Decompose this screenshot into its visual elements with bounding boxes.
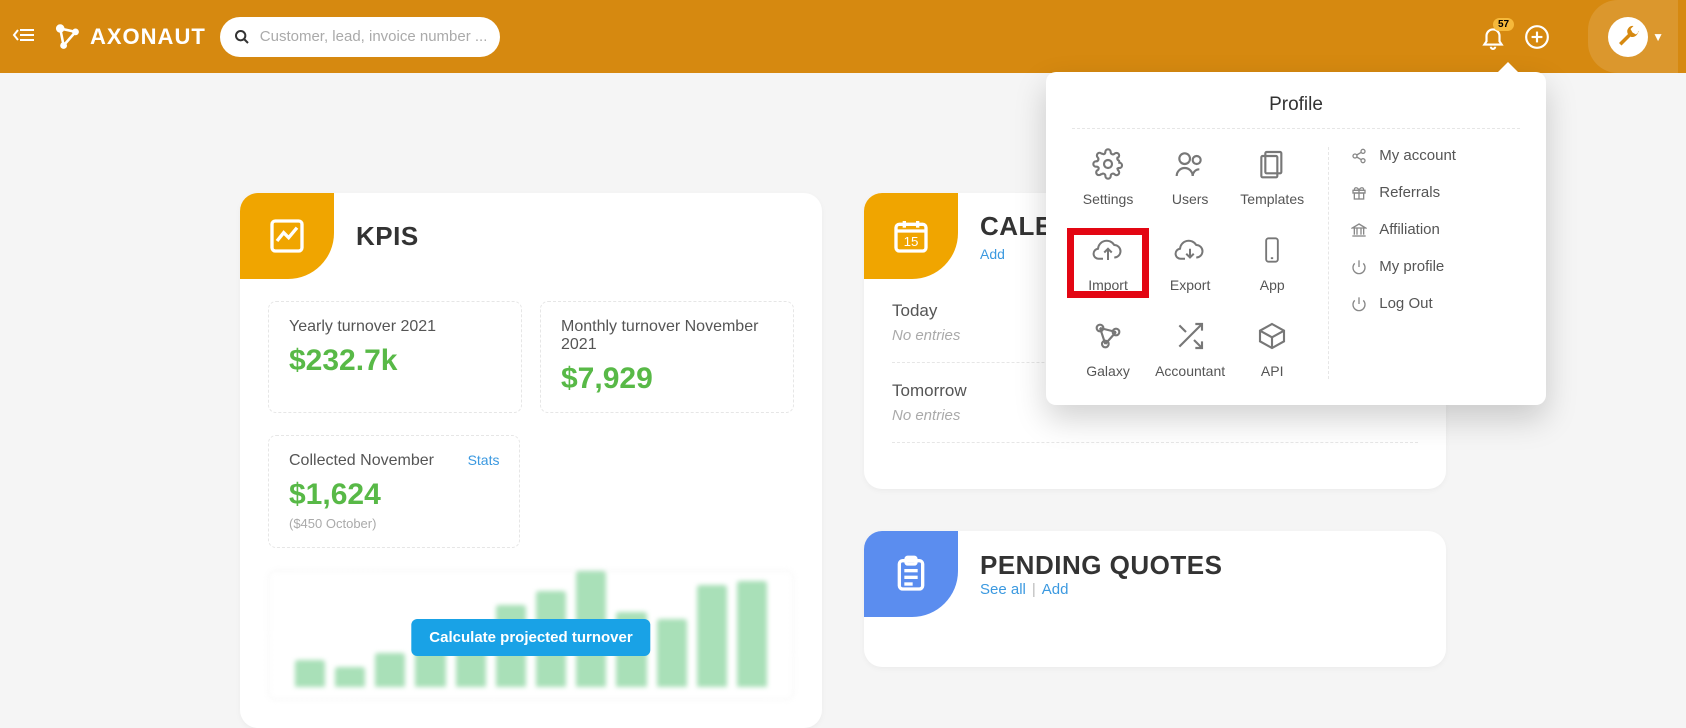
kpi-collected-value: $1,624 (289, 478, 499, 512)
kpi-monthly: Monthly turnover November 2021 $7,929 (540, 301, 794, 413)
cloud-upload-icon (1091, 233, 1125, 267)
search-box[interactable] (220, 17, 500, 57)
link-referrals[interactable]: Referrals (1351, 184, 1520, 201)
pending-quotes-card: PENDING QUOTES See all|Add (864, 531, 1446, 667)
logo-text: AXONAUT (90, 24, 206, 50)
gear-icon (1092, 147, 1124, 181)
kpi-stats-link[interactable]: Stats (468, 452, 500, 468)
power-icon (1351, 259, 1369, 275)
menu-users[interactable]: Users (1154, 147, 1226, 207)
calculate-turnover-button[interactable]: Calculate projected turnover (411, 619, 650, 656)
users-icon (1174, 147, 1206, 181)
quotes-add-link[interactable]: Add (1042, 581, 1069, 598)
logo[interactable]: AXONAUT (50, 20, 206, 54)
kpi-collected: Stats Collected November $1,624 ($450 Oc… (268, 435, 520, 548)
menu-app[interactable]: App (1236, 233, 1308, 293)
kpi-yearly-value: $232.7k (289, 344, 501, 378)
profile-dropdown: Profile Settings Users Templates Import … (1046, 72, 1546, 405)
topbar-actions: 57 (1480, 24, 1568, 50)
templates-icon (1256, 147, 1288, 181)
quotes-see-all-link[interactable]: See all (980, 581, 1026, 598)
box-icon (1256, 319, 1288, 353)
kpi-monthly-label: Monthly turnover November 2021 (561, 318, 773, 354)
kpi-yearly: Yearly turnover 2021 $232.7k (268, 301, 522, 413)
svg-text:15: 15 (904, 234, 919, 249)
notifications-count: 57 (1493, 18, 1514, 31)
profile-dropdown-title: Profile (1046, 94, 1546, 116)
search-icon (234, 29, 250, 45)
menu-api[interactable]: API (1236, 319, 1308, 379)
notifications-button[interactable]: 57 (1480, 24, 1506, 50)
link-affiliation[interactable]: Affiliation (1351, 221, 1520, 238)
bank-icon (1351, 222, 1369, 238)
wrench-icon (1608, 17, 1648, 57)
calendar-tomorrow-empty: No entries (892, 407, 1418, 424)
logout-icon (1351, 296, 1369, 312)
link-log-out[interactable]: Log Out (1351, 295, 1520, 312)
shuffle-icon (1174, 319, 1206, 353)
kpis-icon (240, 193, 334, 279)
calendar-icon: 15 (864, 193, 958, 279)
profile-menu-button[interactable]: ▼ (1588, 0, 1678, 73)
sidebar-toggle[interactable] (12, 27, 36, 47)
share-icon (1351, 148, 1369, 164)
add-button[interactable] (1524, 24, 1550, 50)
gift-icon (1351, 185, 1369, 201)
kpis-title: KPIS (356, 221, 419, 252)
menu-accountant[interactable]: Accountant (1154, 319, 1226, 379)
quotes-title: PENDING QUOTES (980, 550, 1222, 581)
menu-galaxy[interactable]: Galaxy (1072, 319, 1144, 379)
top-bar: AXONAUT 57 ▼ (0, 0, 1686, 73)
galaxy-icon (1092, 319, 1124, 353)
search-input[interactable] (260, 28, 486, 45)
menu-settings[interactable]: Settings (1072, 147, 1144, 207)
link-my-account[interactable]: My account (1351, 147, 1520, 164)
kpi-yearly-label: Yearly turnover 2021 (289, 318, 501, 336)
mobile-icon (1258, 233, 1286, 267)
kpis-card: KPIS Yearly turnover 2021 $232.7k Monthl… (240, 193, 822, 728)
link-my-profile[interactable]: My profile (1351, 258, 1520, 275)
kpi-monthly-value: $7,929 (561, 362, 773, 396)
menu-import[interactable]: Import (1072, 233, 1144, 293)
quotes-icon (864, 531, 958, 617)
cloud-download-icon (1173, 233, 1207, 267)
menu-templates[interactable]: Templates (1236, 147, 1308, 207)
chevron-down-icon: ▼ (1652, 30, 1664, 44)
menu-export[interactable]: Export (1154, 233, 1226, 293)
kpi-collected-sub: ($450 October) (289, 516, 499, 531)
